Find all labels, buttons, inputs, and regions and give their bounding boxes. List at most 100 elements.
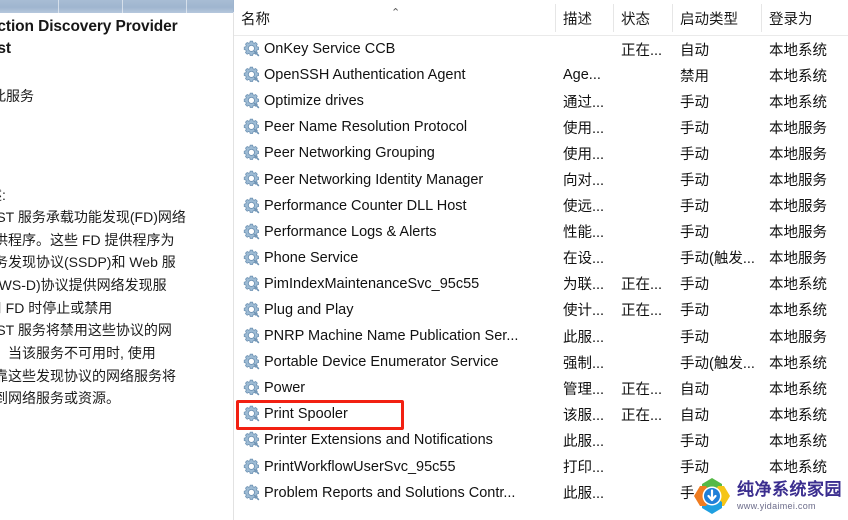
- cell-desc: 打印...: [563, 460, 605, 477]
- table-row[interactable]: Print Spooler 该服... 正在... 自动 本地系统: [234, 401, 848, 427]
- cell-desc: 该服...: [563, 407, 605, 424]
- cell-startup: 手动: [680, 94, 709, 111]
- cell-desc: 此服...: [563, 329, 605, 346]
- cell-startup: 手动: [680, 303, 709, 320]
- column-resize-handle[interactable]: [613, 4, 614, 32]
- cell-logon: 本地服务: [769, 146, 827, 163]
- cell-status: 正在...: [621, 303, 663, 320]
- cell-logon: 本地系统: [769, 94, 827, 111]
- column-resize-handle[interactable]: [555, 4, 556, 32]
- service-detail-pane: nction Discovery Provider ost 动此服务 述: PH…: [0, 13, 233, 520]
- cell-startup: 手动: [680, 146, 709, 163]
- cell-status: [614, 323, 672, 349]
- list-column-headers: 名称 ⌃ 描述 状态 启动类型 登录为: [234, 0, 848, 36]
- cell-logon: 本地服务: [769, 329, 827, 346]
- cell-name: Peer Networking Identity Manager: [264, 171, 484, 188]
- cell-desc: 此服...: [563, 433, 605, 450]
- cell-name: PimIndexMaintenanceSvc_95c55: [264, 275, 480, 292]
- description-label: 述:: [0, 187, 6, 203]
- cell-startup: 手动: [680, 329, 709, 346]
- cell-name: PNRP Machine Name Publication Ser...: [264, 328, 519, 345]
- cell-name: Performance Counter DLL Host: [264, 197, 467, 214]
- table-row[interactable]: Performance Counter DLL Host 使远... 手动 本地服务: [234, 193, 848, 219]
- cell-status: [614, 62, 672, 88]
- service-detail-title: nction Discovery Provider ost: [0, 18, 178, 57]
- table-row[interactable]: Printer Extensions and Notifications 此服..…: [234, 427, 848, 453]
- start-service-link[interactable]: 动此服务: [0, 86, 34, 106]
- cell-desc: 管理...: [563, 381, 605, 398]
- table-row[interactable]: Power 管理... 正在... 自动 本地系统: [234, 375, 848, 401]
- column-header-desc[interactable]: 描述: [556, 0, 613, 36]
- column-header-label: 描述: [563, 11, 592, 28]
- cell-desc: 为联...: [563, 277, 605, 294]
- cell-desc: 在设...: [563, 251, 605, 268]
- cell-startup: 自动: [680, 42, 709, 59]
- cell-desc: 使用...: [563, 146, 605, 163]
- services-window: nction Discovery Provider ost 动此服务 述: PH…: [0, 0, 848, 520]
- cell-status: [614, 166, 672, 192]
- table-row[interactable]: OpenSSH Authentication Agent Age... 禁用 本地系统: [234, 62, 848, 88]
- column-header-status[interactable]: 状态: [614, 0, 672, 36]
- cell-name: PrintWorkflowUserSvc_95c55: [264, 458, 456, 475]
- cell-status: [614, 480, 672, 506]
- column-resize-handle[interactable]: [672, 4, 673, 32]
- table-row[interactable]: Portable Device Enumerator Service 强制... 手…: [234, 349, 848, 375]
- cell-logon: 本地系统: [769, 42, 827, 59]
- cell-name: Phone Service: [264, 249, 359, 266]
- cell-name: Portable Device Enumerator Service: [264, 354, 499, 371]
- cell-desc: 使远...: [563, 199, 605, 216]
- cell-name: Print Spooler: [264, 406, 348, 423]
- table-row[interactable]: PimIndexMaintenanceSvc_95c55 为联... 正在... 手动…: [234, 271, 848, 297]
- start-service-link-suffix: 此服务: [0, 88, 34, 104]
- column-header-logon[interactable]: 登录为: [762, 0, 848, 36]
- table-row[interactable]: Peer Networking Grouping 使用... 手动 本地服务: [234, 140, 848, 166]
- cell-desc: 此服...: [563, 486, 605, 503]
- cell-status: [614, 219, 672, 245]
- cell-logon: 本地服务: [769, 225, 827, 242]
- cell-logon: 本地服务: [769, 251, 827, 268]
- cell-logon: 本地服务: [769, 199, 827, 216]
- watermark-logo-icon: [692, 476, 732, 516]
- watermark-url: www.yidaimei.com: [737, 500, 816, 511]
- cell-desc: 性能...: [563, 225, 605, 242]
- cell-startup: 手动(触发...: [680, 251, 755, 268]
- table-row[interactable]: Phone Service 在设... 手动(触发... 本地服务: [234, 245, 848, 271]
- cell-status: [614, 349, 672, 375]
- cell-desc: 强制...: [563, 355, 605, 372]
- cell-logon: 本地系统: [769, 433, 827, 450]
- column-header-startup[interactable]: 启动类型: [673, 0, 761, 36]
- cell-logon: 本地系统: [769, 381, 827, 398]
- table-row[interactable]: Performance Logs & Alerts 性能... 手动 本地服务: [234, 219, 848, 245]
- cell-startup: 手动(触发...: [680, 355, 755, 372]
- cell-status: [614, 114, 672, 140]
- cell-startup: 自动: [680, 381, 709, 398]
- cell-name: Optimize drives: [264, 93, 364, 110]
- cell-name: OnKey Service CCB: [264, 41, 396, 58]
- table-row[interactable]: PNRP Machine Name Publication Ser... 此服..…: [234, 323, 848, 349]
- cell-startup: 手动: [680, 199, 709, 216]
- cell-logon: 本地服务: [769, 120, 827, 137]
- column-header-name[interactable]: 名称: [234, 0, 534, 36]
- cell-name: Performance Logs & Alerts: [264, 223, 437, 240]
- watermark-title: 纯净系统家园: [737, 479, 842, 500]
- cell-name: Printer Extensions and Notifications: [264, 432, 493, 449]
- cell-logon: 本地服务: [769, 173, 827, 190]
- services-list-pane: 名称 ⌃ 描述 状态 启动类型 登录为 OnKey Service CCB 正在... 自动本…: [234, 0, 848, 520]
- cell-status: 正在...: [621, 42, 663, 59]
- table-row[interactable]: Peer Networking Identity Manager 向对... 手动 本…: [234, 166, 848, 192]
- cell-desc: Age...: [563, 67, 601, 84]
- column-header-label: 状态: [621, 11, 650, 28]
- table-row[interactable]: Optimize drives 通过... 手动 本地系统: [234, 88, 848, 114]
- column-resize-handle[interactable]: [761, 4, 762, 32]
- cell-startup: 手动: [680, 225, 709, 242]
- table-row[interactable]: Plug and Play 使计... 正在... 手动 本地系统: [234, 297, 848, 323]
- cell-desc: 使计...: [563, 303, 605, 320]
- table-row[interactable]: Peer Name Resolution Protocol 使用... 手动 本地服务: [234, 114, 848, 140]
- cell-startup: 自动: [680, 407, 709, 424]
- cell-name: OpenSSH Authentication Agent: [264, 67, 466, 84]
- column-header-label: 登录为: [769, 11, 813, 28]
- cell-logon: 本地系统: [769, 277, 827, 294]
- cell-status: [614, 88, 672, 114]
- cell-name: Peer Networking Grouping: [264, 145, 435, 162]
- table-row[interactable]: OnKey Service CCB 正在... 自动 本地系统: [234, 36, 848, 62]
